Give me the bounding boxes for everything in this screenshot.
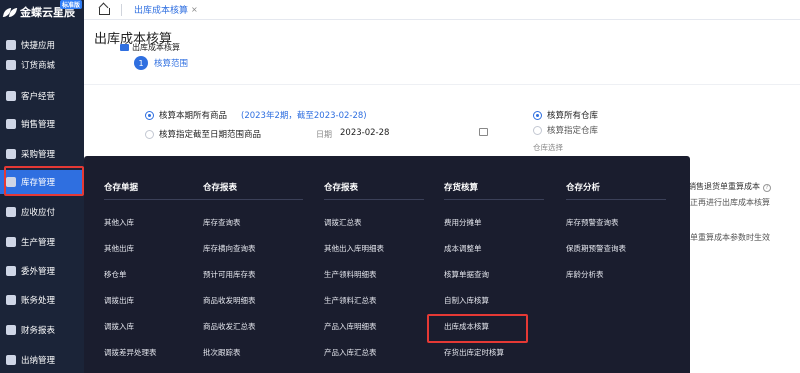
menu-item[interactable]: 调拨差异处理表 — [104, 347, 157, 358]
cashier-icon — [6, 355, 16, 365]
step-number: 1 — [134, 56, 148, 70]
menu-item[interactable]: 其他出入库明细表 — [324, 243, 384, 254]
header-divider — [84, 84, 800, 85]
menu-column-title: 仓存报表 — [203, 183, 238, 193]
sidebar-item-ledger[interactable]: 账务处理 — [0, 288, 84, 312]
menu-item[interactable]: 库龄分析表 — [566, 269, 604, 280]
sidebar-item-sales[interactable]: 销售管理 — [0, 112, 84, 136]
menu-item[interactable]: 移仓单 — [104, 269, 127, 280]
menu-item[interactable]: 产品入库汇总表 — [324, 347, 377, 358]
warehouse-all-option[interactable]: 核算所有仓库 — [533, 109, 598, 121]
menu-item[interactable]: 商品收发汇总表 — [203, 321, 256, 332]
date-label: 日期 — [316, 130, 332, 139]
step-label: 核算范围 — [154, 59, 189, 69]
sidebar-item-purchase[interactable]: 采购管理 — [0, 142, 84, 166]
menu-item[interactable]: 调拨入库 — [104, 321, 134, 332]
menu-item[interactable]: 商品收发明细表 — [203, 295, 256, 306]
menu-column-divider — [203, 199, 303, 200]
date-field[interactable] — [336, 125, 492, 141]
menu-column-title: 仓存报表 — [324, 183, 359, 193]
sales-icon — [6, 119, 16, 129]
store-icon — [6, 60, 16, 70]
report-icon — [6, 325, 16, 335]
help-icon[interactable]: ? — [763, 184, 771, 192]
close-icon[interactable]: × — [191, 5, 198, 14]
sidebar-item-customer[interactable]: 客户经营 — [0, 84, 84, 108]
menu-item[interactable]: 生产领料汇总表 — [324, 295, 377, 306]
menu-item[interactable]: 费用分摊单 — [444, 217, 482, 228]
recalc-param-text: 单重算成本参数时生效 — [690, 233, 770, 242]
period-note: (2023年2期，截至2023-02-28) — [241, 111, 367, 121]
menu-column-divider — [566, 199, 666, 200]
sidebar-item-cashier[interactable]: 出纳管理 — [0, 348, 84, 372]
menu-column-title: 存货核算 — [444, 183, 479, 193]
menu-item[interactable]: 调拨汇总表 — [324, 217, 362, 228]
menu-item[interactable]: 批次跟踪表 — [203, 347, 241, 358]
menu-column-title: 仓存单据 — [104, 183, 139, 193]
video-icon — [120, 44, 129, 51]
tab-bar: 出库成本核算 × — [84, 0, 800, 20]
step-indicator: 1 核算范围 — [134, 56, 188, 70]
menu-item[interactable]: 预计可用库存表 — [203, 269, 256, 280]
sidebar-item-order-mall[interactable]: 订货商城 — [0, 53, 84, 77]
menu-item[interactable]: 成本调整单 — [444, 243, 482, 254]
purchase-icon — [6, 149, 16, 159]
menu-item[interactable]: 生产领料明细表 — [324, 269, 377, 280]
menu-item[interactable]: 其他出库 — [104, 243, 134, 254]
production-icon — [6, 237, 16, 247]
sidebar-item-production[interactable]: 生产管理 — [0, 230, 84, 254]
menu-item[interactable]: 库存查询表 — [203, 217, 241, 228]
menu-item[interactable]: 产品入库明细表 — [324, 321, 377, 332]
sidebar-item-outsource[interactable]: 委外管理 — [0, 259, 84, 283]
radio-checked-icon[interactable] — [533, 110, 542, 120]
recalc-option-text: 、销售退货单重算成本? — [680, 181, 771, 192]
app-logo[interactable]: 金蝶云星辰 标准版 — [0, 0, 84, 24]
menu-column-title: 仓存分析 — [566, 183, 601, 193]
menu-item[interactable]: 核算单据查询 — [444, 269, 489, 280]
calendar-icon[interactable] — [479, 128, 488, 136]
sidebar-highlight-box — [4, 166, 84, 196]
menu-column-divider — [444, 199, 544, 200]
menu-column-divider — [104, 199, 204, 200]
tab-divider — [121, 3, 122, 16]
receivable-icon — [6, 207, 16, 217]
radio-checked-icon[interactable] — [145, 110, 154, 120]
edition-badge: 标准版 — [59, 0, 82, 9]
menu-highlight-box — [427, 314, 528, 343]
menu-column-divider — [324, 199, 424, 200]
scope-all-option[interactable]: 核算本期所有商品 (2023年2期，截至2023-02-28) — [145, 109, 367, 121]
radio-unchecked-icon[interactable] — [145, 129, 154, 139]
menu-item[interactable]: 库存预警查询表 — [566, 217, 619, 228]
menu-item[interactable]: 库存横向查询表 — [203, 243, 256, 254]
recalc-note-text: 正再进行出库成本核算 — [690, 198, 770, 207]
sidebar-item-financial-report[interactable]: 财务报表 — [0, 318, 84, 342]
outsource-icon — [6, 266, 16, 276]
page-subtitle[interactable]: 出库成本核算 — [120, 42, 180, 53]
sidebar-item-receivable[interactable]: 应收应付 — [0, 200, 84, 224]
customer-icon — [6, 91, 16, 101]
menu-item[interactable]: 调拨出库 — [104, 295, 134, 306]
menu-item[interactable]: 其他入库 — [104, 217, 134, 228]
home-icon[interactable] — [98, 4, 110, 15]
warehouse-select-label: 仓库选择 — [533, 143, 563, 152]
scope-date-option[interactable]: 核算指定截至日期范围商品 — [145, 128, 261, 140]
radio-unchecked-icon[interactable] — [533, 125, 542, 135]
menu-item[interactable]: 自制入库核算 — [444, 295, 489, 306]
grid-icon — [6, 40, 16, 50]
logo-icon — [4, 7, 18, 18]
menu-item[interactable]: 存货出库定时核算 — [444, 347, 504, 358]
menu-item[interactable]: 保质期预警查询表 — [566, 243, 626, 254]
warehouse-specified-option[interactable]: 核算指定仓库 — [533, 124, 598, 136]
tab-outbound-cost[interactable]: 出库成本核算 × — [134, 3, 198, 16]
ledger-icon — [6, 295, 16, 305]
